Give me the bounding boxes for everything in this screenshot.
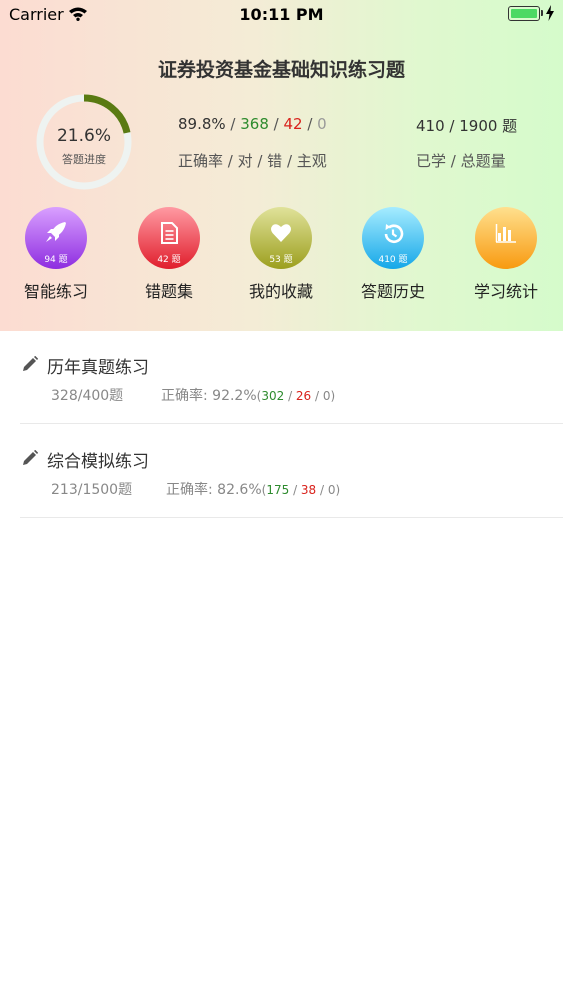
accuracy-value: 92.2% [212, 388, 257, 404]
shortcut-favorites[interactable]: 53 题 我的收藏 [231, 207, 331, 302]
accuracy-stats-labels: 正确率 / 对 / 错 / 主观 [178, 152, 327, 170]
accuracy-label: 正确率: [161, 388, 208, 404]
wrong-count: 38 [300, 483, 317, 497]
shortcut-count: 42 题 [157, 255, 181, 265]
pencil-icon [23, 356, 38, 371]
progress-label: 答题进度 [62, 153, 106, 166]
shortcut-count: 53 题 [269, 255, 293, 265]
accuracy-rate: 89.8% [178, 115, 226, 133]
shortcut-circle [475, 207, 537, 269]
pencil-icon [23, 450, 38, 465]
shortcut-label: 学习统计 [473, 282, 538, 301]
shortcut-count: 94 题 [44, 255, 68, 265]
shortcut-circle: 42 题 [138, 207, 200, 269]
accuracy-label: 正确率: [166, 482, 213, 498]
shortcut-circle: 53 题 [250, 207, 312, 269]
correct-count: 368 [240, 115, 269, 133]
accuracy-value: 82.6% [217, 482, 262, 498]
list-item-mock-exams[interactable]: 综合模拟练习 213/1500题 正确率: 82.6%(175 / 38 / 0… [20, 425, 563, 518]
total-count: 1900 题 [459, 117, 518, 135]
subjective-count: 0 [322, 389, 331, 403]
shortcut-count: 410 题 [378, 255, 408, 265]
battery-cap [541, 10, 543, 16]
shortcut-circle: 94 题 [25, 207, 87, 269]
shortcut-label: 智能练习 [23, 282, 88, 301]
subjective-count: 0 [317, 115, 327, 133]
page-title: 证券投资基金基础知识练习题 [157, 59, 405, 81]
correct-count: 175 [266, 483, 290, 497]
status-bar: Carrier 10:11 PM [0, 0, 563, 30]
list-item-past-exams[interactable]: 历年真题练习 328/400题 正确率: 92.2%(302 / 26 / 0) [20, 331, 563, 424]
document-icon [161, 222, 178, 244]
paren-close: ) [335, 483, 341, 497]
list-item-title: 历年真题练习 [47, 358, 149, 378]
learned-stats: 410 / 1900 题 [416, 117, 518, 135]
bar-chart-icon [495, 224, 516, 243]
rocket-icon [46, 222, 66, 242]
shortcut-label: 我的收藏 [248, 282, 313, 301]
list-item-accuracy: 正确率: 92.2%(302 / 26 / 0) [161, 388, 336, 404]
wrong-count: 42 [283, 115, 303, 133]
heart-icon [271, 224, 291, 242]
clock: 10:11 PM [239, 5, 324, 24]
list-item-title: 综合模拟练习 [47, 452, 149, 472]
paren-close: ) [330, 389, 336, 403]
shortcut-study-stats[interactable]: 学习统计 [456, 207, 556, 302]
battery-icon [508, 6, 540, 21]
learned-count: 410 [416, 117, 445, 135]
shortcut-circle: 410 题 [362, 207, 424, 269]
list-item-accuracy: 正确率: 82.6%(175 / 38 / 0) [166, 482, 341, 498]
shortcut-label: 错题集 [144, 282, 193, 301]
shortcut-label: 答题历史 [360, 282, 425, 301]
shortcut-smart-practice[interactable]: 94 题 智能练习 [6, 207, 106, 302]
progress-percent: 21.6% [56, 126, 111, 146]
correct-count: 302 [261, 389, 285, 403]
list-item-progress: 328/400题 [51, 388, 124, 404]
wrong-count: 26 [295, 389, 312, 403]
charging-bolt-icon [546, 5, 554, 21]
header-panel: Carrier 10:11 PM 证券投资基金基础知识练习题 21.6% 答题进… [0, 0, 563, 331]
subjective-count: 0 [327, 483, 336, 497]
shortcut-answer-history[interactable]: 410 题 答题历史 [343, 207, 443, 302]
shortcut-wrong-questions[interactable]: 42 题 错题集 [119, 207, 219, 302]
list-item-progress: 213/1500题 [51, 482, 133, 498]
battery-level [511, 9, 537, 18]
learned-stats-labels: 已学 / 总题量 [416, 152, 506, 170]
history-icon [384, 224, 404, 243]
accuracy-stats: 89.8% / 368 / 42 / 0 [178, 115, 327, 133]
